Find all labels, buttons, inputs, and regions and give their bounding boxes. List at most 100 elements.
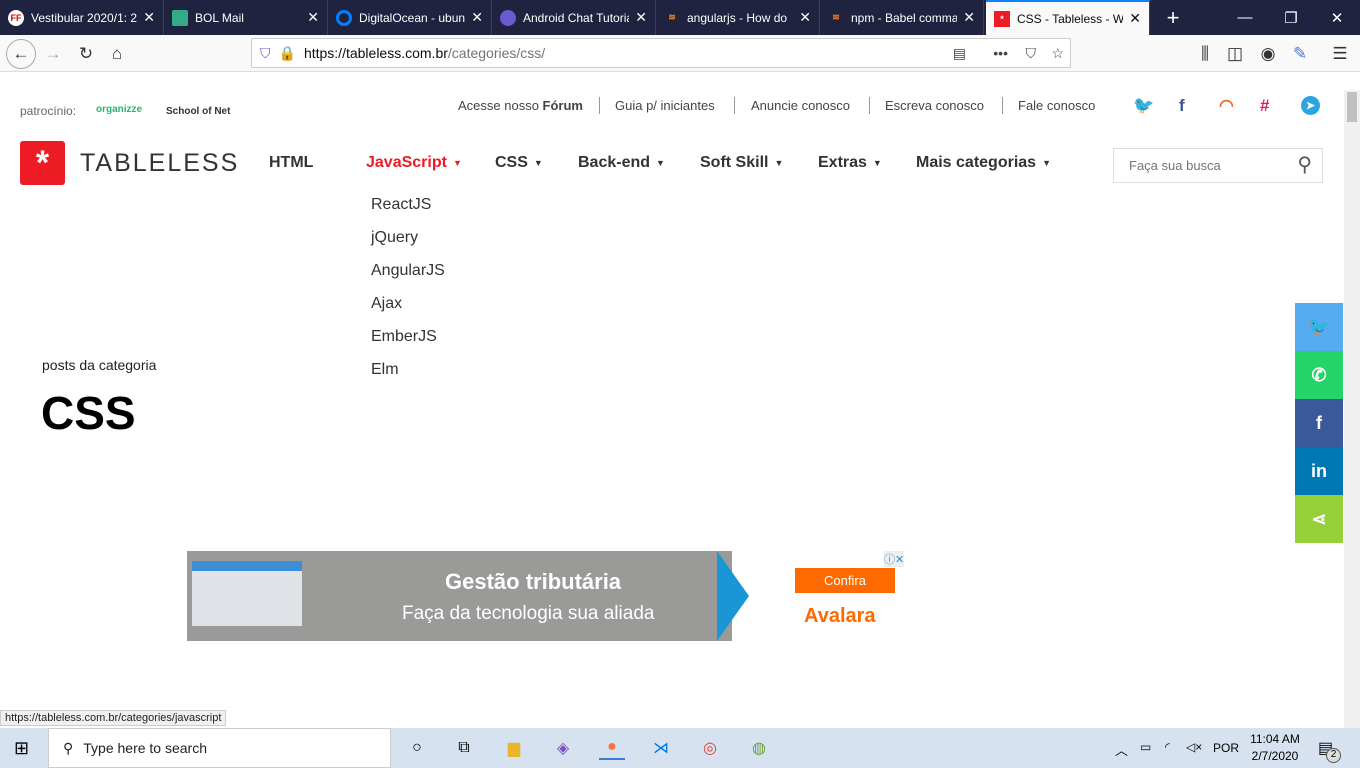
share-twitter-button[interactable]: 🐦 bbox=[1295, 303, 1343, 351]
scrollbar-thumb[interactable] bbox=[1347, 92, 1357, 122]
firefox-icon[interactable]: ● bbox=[599, 736, 625, 760]
reader-view-icon[interactable]: ▤ bbox=[953, 45, 966, 62]
battery-icon[interactable]: ▭ bbox=[1140, 740, 1151, 754]
nav-css[interactable]: CSS ▼ bbox=[495, 154, 543, 172]
close-icon[interactable]: ✕ bbox=[799, 9, 811, 26]
sponsor-school-of-net[interactable]: School of Net bbox=[166, 106, 230, 117]
tab-bol-mail[interactable]: BOL Mail ✕ bbox=[164, 0, 328, 35]
share-whatsapp-button[interactable]: ✆ bbox=[1295, 351, 1343, 399]
nav-mais-categorias[interactable]: Mais categorias ▼ bbox=[916, 154, 1051, 172]
nav-javascript[interactable]: JavaScript ▼ bbox=[366, 154, 462, 172]
clock[interactable]: 11:04 AM 2/7/2020 bbox=[1248, 732, 1302, 763]
tableless-favicon-icon: * bbox=[994, 10, 1010, 27]
visual-studio-icon[interactable]: ◈ bbox=[550, 736, 576, 760]
file-explorer-icon[interactable]: ▆ bbox=[501, 736, 527, 760]
telegram-icon[interactable]: ➤ bbox=[1301, 96, 1320, 115]
vscode-icon[interactable]: ⋊ bbox=[648, 736, 674, 760]
android-favicon-icon bbox=[500, 9, 516, 26]
close-icon[interactable]: ✕ bbox=[635, 9, 647, 26]
language-indicator[interactable]: POR bbox=[1213, 741, 1239, 755]
library-icon[interactable]: ⫼ bbox=[1192, 41, 1218, 67]
close-icon[interactable]: ✕ bbox=[963, 9, 975, 26]
dropdown-reactjs[interactable]: ReactJS bbox=[371, 196, 431, 214]
volume-muted-icon[interactable]: ◁× bbox=[1186, 740, 1202, 754]
caret-down-icon: ▼ bbox=[656, 157, 665, 168]
slack-icon[interactable]: # bbox=[1260, 96, 1269, 116]
nav-extras[interactable]: Extras ▼ bbox=[818, 154, 882, 172]
forum-link[interactable]: Acesse nosso Fórum bbox=[458, 98, 583, 113]
share-more-button[interactable]: ⋖ bbox=[1295, 495, 1343, 543]
tab-vestibular[interactable]: FF Vestibular 2020/1: 2ª ✕ bbox=[0, 0, 164, 35]
sponsor-organizze[interactable]: organizze bbox=[96, 104, 142, 115]
ad-cta-button[interactable]: Confira bbox=[795, 568, 895, 593]
tab-title: npm - Babel comma bbox=[851, 10, 958, 25]
lock-icon[interactable]: 🔒 bbox=[279, 45, 296, 62]
eyedropper-icon[interactable]: ✎ bbox=[1287, 41, 1313, 67]
contact-link[interactable]: Fale conosco bbox=[1018, 98, 1095, 113]
pocket-icon[interactable]: ⛉ bbox=[1026, 45, 1037, 62]
ad-subline: Faça da tecnologia sua aliada bbox=[402, 603, 655, 624]
dropdown-angularjs[interactable]: AngularJS bbox=[371, 262, 445, 280]
forward-button[interactable]: → bbox=[40, 41, 66, 67]
tab-android-chat[interactable]: Android Chat Tutorial ✕ bbox=[492, 0, 656, 35]
cortana-icon[interactable]: ○ bbox=[404, 736, 430, 760]
close-icon[interactable]: ✕ bbox=[1129, 10, 1141, 27]
task-view-icon[interactable]: ⧉ bbox=[451, 736, 477, 760]
share-linkedin-button[interactable]: in bbox=[1295, 447, 1343, 495]
share-facebook-button[interactable]: f bbox=[1295, 399, 1343, 447]
caret-down-icon: ▼ bbox=[533, 157, 543, 168]
close-icon[interactable]: ✕ bbox=[143, 9, 155, 26]
chrome-icon[interactable]: ◎ bbox=[697, 736, 723, 760]
tracking-shield-icon[interactable]: ⛉ bbox=[260, 45, 271, 62]
back-button[interactable]: ← bbox=[6, 39, 36, 69]
home-button[interactable]: ⌂ bbox=[104, 41, 130, 67]
dropdown-elm[interactable]: Elm bbox=[371, 361, 399, 379]
digitalocean-favicon-icon bbox=[336, 9, 352, 26]
ad-banner[interactable]: Gestão tributária Faça da tecnologia sua… bbox=[187, 551, 915, 641]
wifi-icon[interactable]: ◜ bbox=[1165, 740, 1170, 754]
dropdown-ajax[interactable]: Ajax bbox=[371, 295, 402, 313]
tab-css-tableless[interactable]: * CSS - Tableless - We ✕ bbox=[986, 0, 1150, 35]
new-tab-button[interactable]: + bbox=[1150, 0, 1196, 35]
sidebar-icon[interactable]: ◫ bbox=[1222, 41, 1248, 67]
write-link[interactable]: Escreva conosco bbox=[885, 98, 984, 113]
logo-text[interactable]: TABLELESS bbox=[80, 149, 239, 178]
tab-digitalocean[interactable]: DigitalOcean - ubuntu ✕ bbox=[328, 0, 492, 35]
rss-icon[interactable]: ◠ bbox=[1219, 96, 1234, 116]
tableless-logo-icon[interactable]: * bbox=[20, 141, 65, 185]
guide-link[interactable]: Guia p/ iniciantes bbox=[615, 98, 715, 113]
caret-down-icon: ▼ bbox=[1042, 157, 1051, 168]
windows-start-icon[interactable]: ⊞ bbox=[14, 738, 29, 759]
scrollbar[interactable] bbox=[1344, 90, 1360, 728]
ad-choices-icon[interactable]: ⓘ✕ bbox=[884, 551, 905, 567]
android-studio-icon[interactable]: ◍ bbox=[746, 736, 772, 760]
close-icon[interactable]: ✕ bbox=[471, 9, 483, 26]
dropdown-emberjs[interactable]: EmberJS bbox=[371, 328, 437, 346]
caret-down-icon: ▼ bbox=[872, 157, 882, 168]
facebook-icon[interactable]: f bbox=[1179, 96, 1185, 116]
tab-title: angularjs - How do bbox=[687, 10, 788, 25]
dropdown-jquery[interactable]: jQuery bbox=[371, 229, 418, 247]
search-icon[interactable]: ⚲ bbox=[1297, 152, 1312, 177]
tray-chevron-icon[interactable]: ︿ bbox=[1115, 740, 1128, 759]
search-input[interactable] bbox=[1114, 149, 1274, 182]
more-actions-icon[interactable]: ••• bbox=[993, 45, 1008, 61]
bookmark-star-icon[interactable]: ☆ bbox=[1051, 45, 1064, 62]
nav-back-end[interactable]: Back-end ▼ bbox=[578, 154, 665, 172]
close-window-button[interactable]: ✕ bbox=[1314, 0, 1360, 35]
nav-soft-skill[interactable]: Soft Skill ▼ bbox=[700, 154, 783, 172]
account-icon[interactable]: ◉ bbox=[1255, 41, 1281, 67]
advertise-link[interactable]: Anuncie conosco bbox=[751, 98, 850, 113]
tab-npm-babel[interactable]: ≋ npm - Babel comma ✕ bbox=[820, 0, 984, 35]
menu-icon[interactable]: ☰ bbox=[1327, 41, 1353, 67]
reload-button[interactable]: ↻ bbox=[73, 41, 99, 67]
taskbar-search[interactable]: ⚲ Type here to search bbox=[48, 728, 391, 768]
search-box[interactable]: ⚲ bbox=[1113, 148, 1323, 183]
nav-html[interactable]: HTML bbox=[269, 154, 313, 172]
close-icon[interactable]: ✕ bbox=[307, 9, 319, 26]
tab-angularjs[interactable]: ≋ angularjs - How do ✕ bbox=[656, 0, 820, 35]
minimize-button[interactable]: — bbox=[1222, 0, 1268, 35]
restore-button[interactable]: ❐ bbox=[1268, 0, 1314, 35]
twitter-icon[interactable]: 🐦 bbox=[1133, 96, 1154, 116]
url-bar[interactable]: ⛉ 🔒 https://tableless.com.br/categories/… bbox=[251, 38, 1071, 68]
